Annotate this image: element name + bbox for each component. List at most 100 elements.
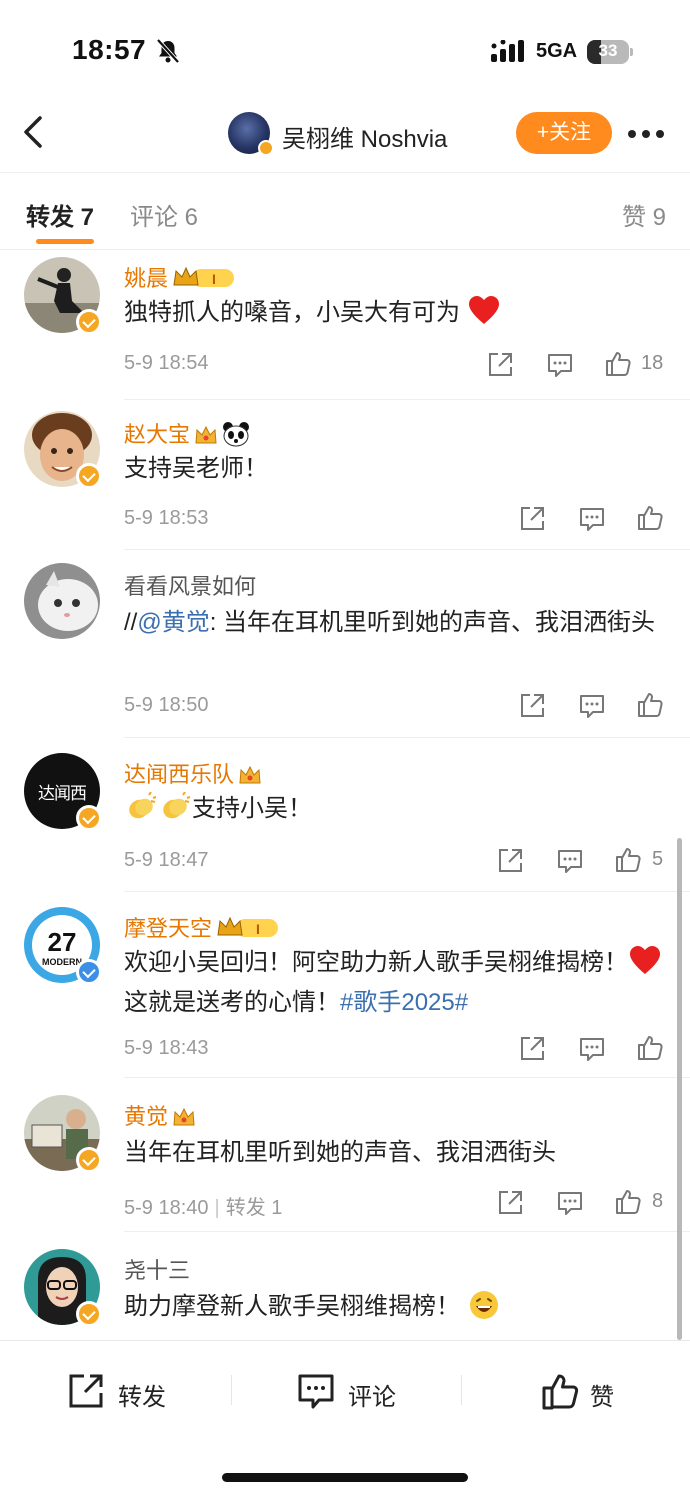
comment-icon[interactable] [578, 692, 606, 720]
more-options-icon[interactable] [624, 118, 668, 148]
svg-text:I: I [212, 271, 216, 287]
list-item: 27 MODERN 摩登天空 I 欢迎小吴回归！阿空助力新人歌手吴栩维揭榜！这就是… [0, 891, 690, 1077]
active-tab-indicator [36, 239, 94, 244]
verified-badge-icon [76, 805, 102, 831]
username[interactable]: 摩登天空 I [124, 911, 280, 943]
comment-text: 支持吴老师！ [124, 455, 268, 482]
svg-text:I: I [256, 921, 260, 937]
comment-text: 助力摩登新人歌手吴栩维揭榜！ [124, 1287, 664, 1327]
list-item: 尧十三 助力摩登新人歌手吴栩维揭榜！ [0, 1231, 690, 1340]
divider [124, 549, 690, 550]
verified-badge-icon [258, 140, 274, 156]
follow-button[interactable]: +关注 [516, 112, 612, 154]
nav-header: 吴栩维 Noshvia +关注 [0, 100, 690, 172]
username[interactable]: 尧十三 [124, 1253, 190, 1285]
comment-text: //@黄觉: 当年在耳机里听到她的声音、我泪洒街头 [124, 609, 656, 636]
user-avatar[interactable] [24, 563, 100, 639]
like-count: 5 [652, 848, 664, 870]
like-count: 18 [641, 352, 664, 374]
like-icon[interactable] [614, 1187, 642, 1215]
comment-icon[interactable] [556, 847, 584, 875]
comment-icon[interactable] [556, 1189, 584, 1217]
timestamp: 5-9 18:54 [124, 352, 209, 374]
divider [124, 1077, 690, 1078]
share-icon[interactable] [518, 1035, 546, 1063]
like-button[interactable]: 赞 [540, 1371, 630, 1411]
tab-repost[interactable]: 转发 7 [26, 197, 94, 232]
comment-text: 当年在耳机里听到她的声音、我泪洒街头 [124, 1139, 556, 1166]
repost-count[interactable]: 转发 1 [226, 1197, 283, 1219]
clapping-hands-emoji-icon [129, 792, 157, 819]
battery-icon: 33 [587, 40, 633, 64]
comment-icon[interactable] [578, 1035, 606, 1063]
hashtag-link[interactable]: #歌手2025# [340, 989, 468, 1016]
mention-link[interactable]: @黄觉 [137, 609, 209, 636]
laughing-face-emoji-icon [469, 1291, 498, 1319]
timestamp: 5-9 18:47 [124, 849, 209, 871]
like-icon[interactable] [636, 1033, 664, 1061]
crown-badge-icon [173, 1107, 195, 1126]
list-item: 达闻西 达闻西乐队 支持小吴！ 5-9 18:47 5 [0, 737, 690, 891]
repost-button[interactable]: 转发 [66, 1371, 176, 1411]
list-item: 姚晨 I 独特抓人的嗓音，小吴大有可为 5-9 18:54 18 [0, 251, 690, 399]
vip-crown-badge-icon: I [217, 916, 279, 937]
username[interactable]: 达闻西乐队 [124, 757, 262, 789]
verified-badge-icon [76, 309, 102, 335]
divider [461, 1375, 462, 1405]
interaction-tabs: 转发 7 评论 6 赞 9 [0, 172, 690, 250]
home-indicator[interactable] [222, 1473, 468, 1482]
back-arrow-icon[interactable] [14, 110, 54, 154]
divider [231, 1375, 232, 1405]
comment-text: 支持小吴！ [124, 789, 664, 829]
status-time: 18:57 [72, 34, 147, 65]
like-icon[interactable] [604, 349, 632, 377]
verified-badge-icon [76, 1147, 102, 1173]
share-icon[interactable] [496, 1189, 524, 1217]
red-heart-emoji-icon [630, 946, 660, 974]
username[interactable]: 看看风景如何 [124, 569, 256, 601]
verified-badge-icon [76, 1301, 102, 1327]
share-icon[interactable] [518, 692, 546, 720]
author-name[interactable]: 吴栩维 Noshvia [282, 119, 447, 154]
share-icon[interactable] [496, 847, 524, 875]
list-item: 看看风景如何 //@黄觉: 当年在耳机里听到她的声音、我泪洒街头 5-9 18:… [0, 549, 690, 737]
comment-text: 欢迎小吴回归！阿空助力新人歌手吴栩维揭榜！这就是送考的心情！#歌手2025# [124, 943, 664, 1023]
comment-icon[interactable] [546, 351, 574, 379]
timestamp: 5-9 18:43 [124, 1037, 209, 1059]
scrollbar[interactable] [677, 838, 682, 1340]
timestamp: 5-9 18:40 | 转发 1 [124, 1197, 283, 1219]
username[interactable]: 赵大宝 [124, 417, 250, 449]
clapping-hands-emoji-icon [163, 792, 191, 819]
divider [124, 1231, 690, 1232]
share-icon[interactable] [486, 351, 514, 379]
share-icon[interactable] [518, 505, 546, 533]
divider [124, 891, 690, 892]
mute-bell-icon [156, 38, 180, 64]
verified-badge-icon [76, 959, 102, 985]
comment-text: 独特抓人的嗓音，小吴大有可为 [124, 293, 664, 333]
status-bar: 18:57 5GA 33 [0, 0, 690, 100]
like-icon[interactable] [636, 503, 664, 531]
timestamp: 5-9 18:50 [124, 694, 209, 716]
comment-icon [298, 1374, 334, 1409]
verified-badge-icon [76, 463, 102, 489]
list-item: 黄觉 当年在耳机里听到她的声音、我泪洒街头 5-9 18:40 | 转发 1 8 [0, 1077, 690, 1231]
like-icon[interactable] [636, 690, 664, 718]
tab-like[interactable]: 赞 9 [622, 197, 666, 232]
red-heart-emoji-icon [468, 296, 499, 324]
username[interactable]: 姚晨 I [124, 261, 236, 293]
crown-badge-icon [195, 425, 217, 444]
cellular-signal-icon [491, 40, 524, 62]
divider [124, 737, 690, 738]
timestamp: 5-9 18:53 [124, 507, 209, 529]
panda-emoji-icon [223, 422, 250, 447]
comment-button[interactable]: 评论 [296, 1371, 406, 1411]
tab-comment[interactable]: 评论 6 [130, 197, 198, 232]
like-icon[interactable] [614, 845, 642, 873]
bottom-action-bar: 转发 评论 赞 [0, 1340, 690, 1496]
username[interactable]: 黄觉 [124, 1099, 196, 1131]
list-item: 赵大宝 支持吴老师！ 5-9 18:53 [0, 399, 690, 549]
battery-level: 33 [598, 41, 618, 60]
comment-icon[interactable] [578, 505, 606, 533]
repost-icon [69, 1374, 103, 1408]
